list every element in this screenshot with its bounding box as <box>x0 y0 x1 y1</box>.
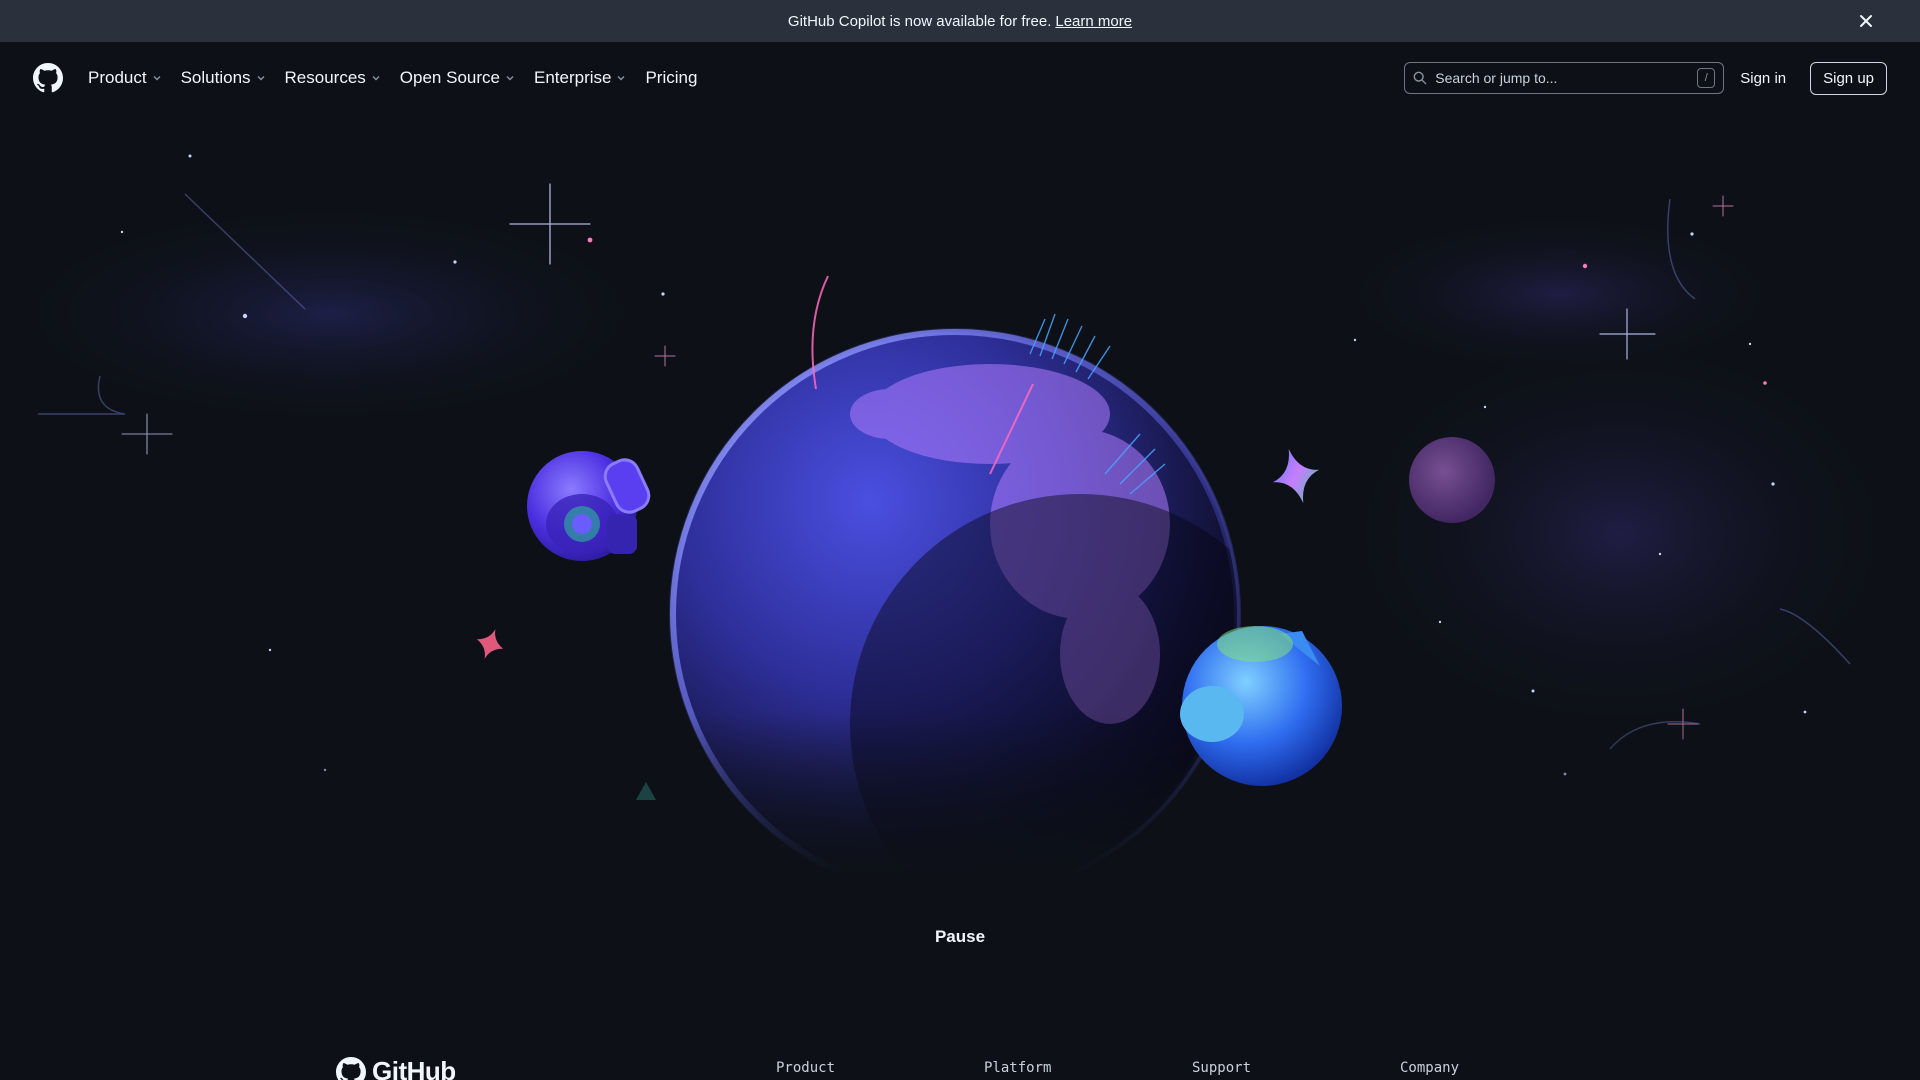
chevron-down-icon <box>151 72 163 84</box>
footer-heading-product: Product <box>776 1060 836 1076</box>
search-box[interactable]: / <box>1404 62 1725 94</box>
banner-message: GitHub Copilot is now available for free… <box>787 12 1052 30</box>
nav-resources[interactable]: Resources <box>285 63 382 93</box>
search-shortcut-key: / <box>1697 68 1716 88</box>
close-icon <box>1860 15 1872 27</box>
chevron-down-icon <box>504 72 516 84</box>
sign-in-link[interactable]: Sign in <box>1740 70 1786 87</box>
nav-open-source[interactable]: Open Source <box>400 63 516 93</box>
nav-solutions-label: Solutions <box>180 68 251 87</box>
header-actions: / Sign in Sign up <box>1404 61 1887 95</box>
chevron-down-icon <box>615 72 627 84</box>
search-input[interactable] <box>1435 70 1698 86</box>
footer-brand: GitHub <box>372 1056 456 1080</box>
copilot-helmet-icon <box>527 451 651 561</box>
footer-heading-company: Company <box>1400 1060 1460 1076</box>
sign-up-button[interactable]: Sign up <box>1810 61 1887 95</box>
nebula-right <box>1340 334 1900 734</box>
nav-product[interactable]: Product <box>88 63 163 93</box>
site-header: Product Solutions Resources Open Source … <box>0 42 1920 114</box>
nav-enterprise[interactable]: Enterprise <box>534 63 627 93</box>
github-logo-icon <box>336 1056 366 1080</box>
nav-open-source-label: Open Source <box>399 68 500 87</box>
nebula-top-right <box>1340 214 1780 374</box>
hero-illustration <box>0 114 1920 874</box>
chevron-down-icon <box>255 72 267 84</box>
nav-enterprise-label: Enterprise <box>533 68 612 87</box>
chevron-down-icon <box>370 72 382 84</box>
nav-pricing-label: Pricing <box>645 68 698 87</box>
nav-pricing[interactable]: Pricing <box>645 63 697 93</box>
nebula-left <box>10 204 650 424</box>
pause-animation-button[interactable]: Pause <box>0 927 1920 947</box>
footer-heading-platform: Platform <box>984 1060 1052 1076</box>
main-nav: Product Solutions Resources Open Source … <box>88 63 715 93</box>
footer-heading-support: Support <box>1192 1060 1252 1076</box>
banner-close-button[interactable] <box>1856 11 1876 31</box>
footer-logo[interactable]: GitHub <box>336 1056 456 1080</box>
site-footer: GitHub Product Platform Support Company <box>0 1040 1920 1080</box>
search-icon <box>1413 71 1427 85</box>
banner-learn-more-link[interactable]: Learn more <box>1055 13 1132 30</box>
nav-resources-label: Resources <box>284 68 366 87</box>
space-scene <box>0 154 1920 874</box>
hero-fade <box>0 714 1920 874</box>
github-logo-icon[interactable] <box>33 63 63 93</box>
announcement-banner: GitHub Copilot is now available for free… <box>0 0 1920 42</box>
nav-product-label: Product <box>88 68 147 87</box>
planet-icon <box>1409 437 1495 523</box>
star-sparkle-icon <box>476 628 504 660</box>
sparkle-icon <box>1272 448 1320 504</box>
nav-solutions[interactable]: Solutions <box>181 63 267 93</box>
